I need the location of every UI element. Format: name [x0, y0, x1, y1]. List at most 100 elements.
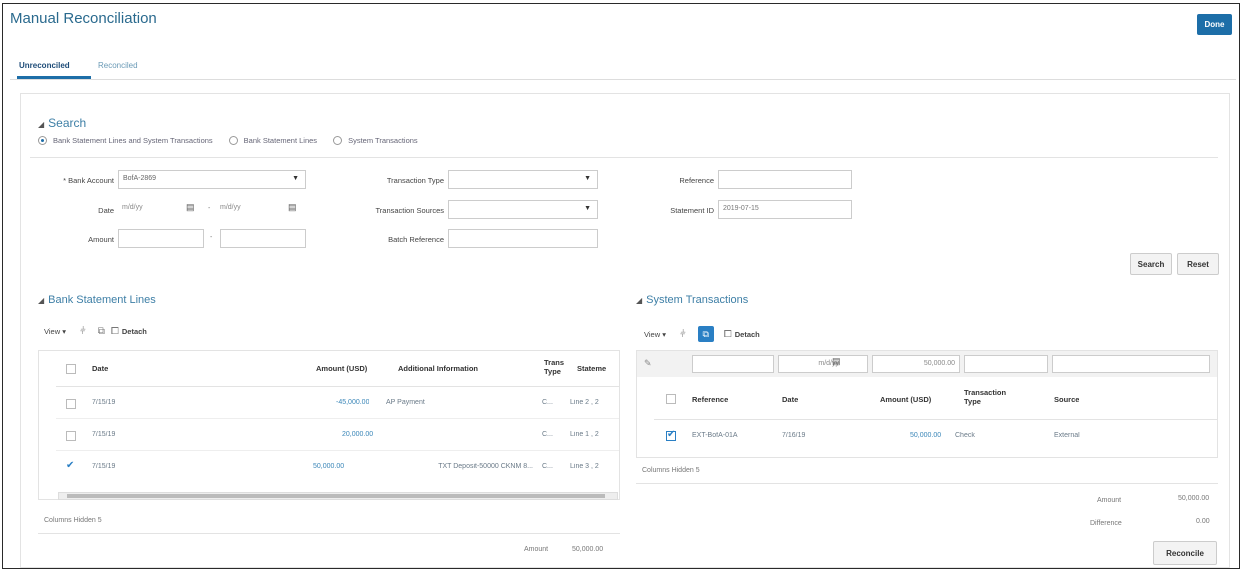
amount-range-dash: -: [210, 234, 213, 241]
query-by-example-icon[interactable]: ⧉: [697, 326, 714, 342]
search-button[interactable]: Search: [1130, 253, 1172, 275]
calendar-icon[interactable]: ▤: [186, 202, 195, 213]
table-row[interactable]: 7/15/19 -45,000.00 AP Payment C... Line …: [56, 388, 619, 419]
reconcile-button[interactable]: Reconcile: [1153, 541, 1217, 565]
bank-account-value: BofA-2869: [123, 175, 157, 182]
col-header-transaction-type[interactable]: Transaction Type: [964, 388, 1006, 406]
chevron-down-icon: ▼: [584, 205, 591, 212]
row-transaction-type: Check: [955, 432, 975, 439]
col-header-amount[interactable]: Amount (USD): [316, 364, 367, 373]
table-row[interactable]: 7/15/19 50,000.00 TXT Deposit-50000 CKNM…: [56, 452, 619, 483]
tabs-divider: [10, 79, 1236, 80]
col-header-additional-info[interactable]: Additional Information: [398, 364, 478, 373]
scrollbar-thumb[interactable]: [67, 494, 605, 498]
search-section-header[interactable]: ◢ Search: [38, 116, 86, 130]
bank-statement-lines-header[interactable]: ◢ Bank Statement Lines: [38, 294, 156, 306]
row-checkbox[interactable]: [666, 429, 676, 441]
col-header-date[interactable]: Date: [782, 395, 798, 404]
done-button[interactable]: Done: [1197, 14, 1232, 35]
tab-unreconciled[interactable]: Unreconciled: [19, 61, 70, 70]
table-row[interactable]: EXT-BofA-01A 7/16/19 50,000.00 Check Ext…: [654, 421, 1217, 452]
row-trans-type: C...: [542, 431, 553, 438]
filter-amount-input[interactable]: 50,000.00: [872, 355, 960, 373]
bank-lines-amount-value: 50,000.00: [572, 546, 604, 553]
radio-system-transactions[interactable]: [333, 136, 343, 145]
col-header-source[interactable]: Source: [1054, 395, 1079, 404]
bank-account-label: * Bank Account: [63, 176, 114, 185]
transaction-type-select[interactable]: ▼: [448, 170, 598, 189]
row-additional-info: AP Payment: [386, 399, 425, 406]
reset-button[interactable]: Reset: [1177, 253, 1219, 275]
tab-reconciled[interactable]: Reconciled: [98, 61, 138, 70]
view-menu[interactable]: View ▾: [44, 327, 66, 336]
filter-date-input[interactable]: m/d/yy: [778, 355, 868, 373]
bank-statement-lines-title: Bank Statement Lines: [48, 294, 156, 306]
col-header-trans-type[interactable]: Trans Type: [544, 358, 564, 376]
calendar-icon[interactable]: ▤: [288, 202, 297, 213]
batch-reference-input[interactable]: [448, 229, 598, 248]
reference-label: Reference: [679, 176, 714, 185]
freeze-icon[interactable]: ⫩: [680, 329, 686, 340]
filter-type-input[interactable]: [964, 355, 1048, 373]
query-by-example-icon[interactable]: ⧉: [98, 326, 105, 337]
row-statement: Line 3 , 2: [570, 463, 599, 470]
system-transactions-header[interactable]: ◢ System Transactions: [636, 294, 748, 306]
row-source: External: [1054, 432, 1080, 439]
date-to-input[interactable]: m/d/yy: [216, 200, 288, 219]
filter-reference-input[interactable]: [692, 355, 774, 373]
detach-button[interactable]: Detach: [122, 327, 147, 336]
calendar-icon[interactable]: ▤: [832, 356, 841, 367]
reference-input[interactable]: [718, 170, 852, 189]
col-header-transaction-type-line2: Type: [964, 397, 981, 406]
row-checkbox[interactable]: [66, 399, 76, 409]
radio-both[interactable]: [38, 136, 47, 145]
system-tx-amount-label: Amount: [1097, 497, 1122, 504]
amount-to-input[interactable]: [220, 229, 306, 248]
row-amount-link[interactable]: 50,000.00: [910, 432, 941, 439]
statement-id-input[interactable]: 2019-07-15: [718, 200, 852, 219]
collapse-triangle-icon: ◢: [38, 120, 45, 129]
radio-both-label: Bank Statement Lines and System Transact…: [53, 136, 213, 145]
row-checkbox[interactable]: [66, 431, 76, 441]
statement-id-label: Statement ID: [670, 206, 714, 215]
col-header-date[interactable]: Date: [92, 364, 108, 373]
date-range-dash: -: [208, 205, 211, 212]
row-date: 7/15/19: [92, 399, 116, 406]
system-tx-toolbar: View ▾ ⫩ ⧉ ⧠ Detach: [644, 326, 760, 342]
row-amount-link[interactable]: 20,000.00: [342, 431, 373, 438]
col-header-amount[interactable]: Amount (USD): [880, 395, 931, 404]
row-checkbox[interactable]: [66, 460, 76, 473]
col-header-statement[interactable]: Stateme: [577, 364, 606, 373]
system-tx-amount-value: 50,000.00: [1178, 495, 1210, 502]
date-to-placeholder: m/d/yy: [220, 204, 241, 211]
row-date: 7/15/19: [92, 463, 116, 470]
statement-id-value: 2019-07-15: [723, 205, 759, 212]
radio-bank-lines[interactable]: [228, 136, 238, 145]
select-all-checkbox[interactable]: [66, 364, 76, 374]
horizontal-scrollbar[interactable]: [58, 492, 618, 500]
difference-value: 0.00: [1196, 518, 1210, 525]
row-statement: Line 1 , 2: [570, 431, 599, 438]
col-header-reference[interactable]: Reference: [692, 395, 728, 404]
row-amount-link[interactable]: -45,000.00: [336, 399, 369, 406]
search-divider: [30, 157, 1218, 158]
table-row[interactable]: 7/15/19 20,000.00 C... Line 1 , 2: [56, 420, 619, 451]
select-all-checkbox[interactable]: [666, 394, 676, 404]
detach-icon[interactable]: ⧠: [724, 329, 732, 340]
detach-button[interactable]: Detach: [735, 330, 760, 339]
date-label: Date: [98, 206, 114, 215]
difference-label: Difference: [1090, 520, 1122, 527]
filter-source-input[interactable]: [1052, 355, 1210, 373]
freeze-icon[interactable]: ⫩: [80, 326, 86, 337]
bank-account-select[interactable]: BofA-2869 ▼: [118, 170, 306, 189]
transaction-type-label: Transaction Type: [386, 176, 444, 185]
amount-label: Amount: [88, 235, 114, 244]
row-statement: Line 2 , 2: [570, 399, 599, 406]
view-menu[interactable]: View ▾: [644, 330, 666, 339]
bank-lines-divider: [38, 533, 620, 534]
amount-from-input[interactable]: [118, 229, 204, 248]
transaction-sources-select[interactable]: ▼: [448, 200, 598, 219]
row-amount-link[interactable]: 50,000.00: [313, 463, 344, 470]
detach-icon[interactable]: ⧠: [111, 326, 119, 337]
row-date: 7/15/19: [92, 431, 116, 438]
